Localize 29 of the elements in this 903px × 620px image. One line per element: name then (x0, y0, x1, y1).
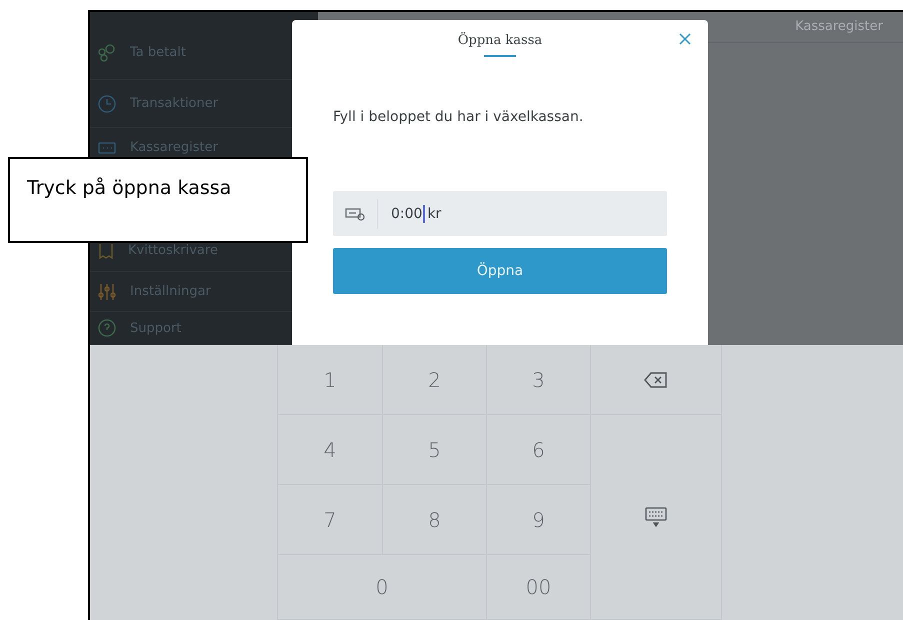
number-key[interactable]: 5 (382, 415, 486, 485)
number-key[interactable]: 0 (277, 555, 486, 620)
number-key[interactable]: 1 (277, 345, 382, 415)
instruction-text: Fyll i beloppet du har i växelkassan. (333, 109, 584, 125)
number-key[interactable]: 00 (486, 555, 590, 620)
keyboard-icon (645, 507, 667, 527)
number-key[interactable]: 9 (486, 485, 590, 555)
title-underline (484, 55, 516, 57)
hide-keyboard-key[interactable] (590, 415, 722, 620)
callout-text: Tryck på öppna kassa (8, 157, 308, 243)
open-button[interactable]: Öppna (333, 248, 667, 294)
number-key[interactable]: 8 (382, 485, 486, 555)
backspace-key[interactable] (590, 345, 722, 415)
backspace-icon (644, 372, 668, 388)
number-key[interactable]: 6 (486, 415, 590, 485)
number-key[interactable]: 2 (382, 345, 486, 415)
number-key[interactable]: 4 (277, 415, 382, 485)
receipt-icon (98, 242, 114, 258)
coins-icon (98, 44, 116, 62)
text-cursor (423, 204, 426, 222)
sliders-icon (98, 282, 116, 300)
amount-field[interactable]: 0:00 kr (333, 191, 667, 236)
number-key[interactable]: 7 (277, 485, 382, 555)
clock-icon (98, 94, 116, 112)
number-key[interactable]: 3 (486, 345, 590, 415)
register-icon (98, 142, 116, 154)
help-icon (98, 319, 116, 337)
currency-suffix: kr (427, 206, 442, 222)
banknote-icon (345, 206, 365, 220)
